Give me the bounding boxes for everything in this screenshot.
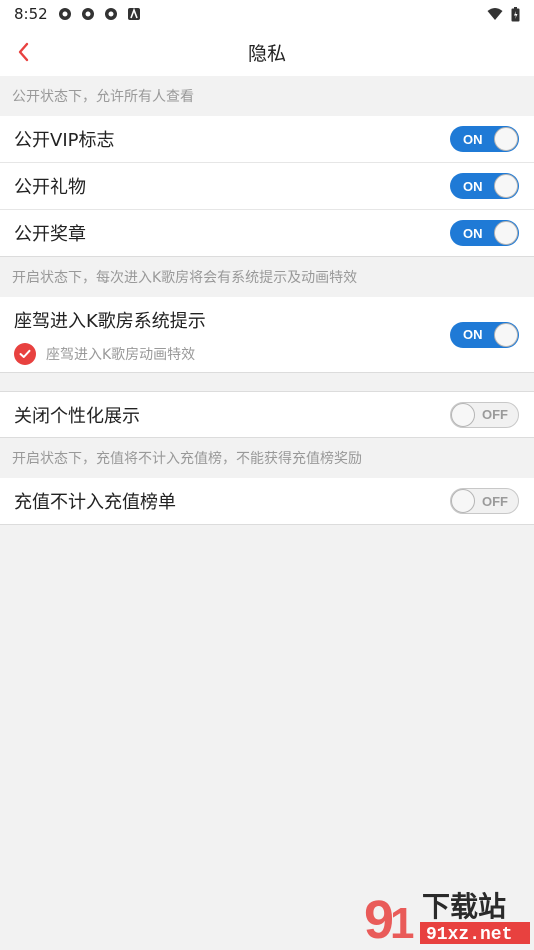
toggle-state-label: ON bbox=[463, 327, 483, 342]
setting-label: 公开VIP标志 bbox=[14, 130, 115, 151]
setting-label: 公开礼物 bbox=[14, 177, 86, 198]
entry-notice-toggle[interactable]: ON bbox=[450, 321, 519, 348]
personalization-toggle[interactable]: OFF bbox=[450, 401, 519, 428]
setting-row-recharge: 充值不计入充值榜单 OFF bbox=[0, 478, 534, 525]
watermark-text: 下载站 bbox=[422, 890, 506, 923]
setting-label: 公开奖章 bbox=[14, 224, 86, 245]
toggle-knob bbox=[494, 127, 518, 151]
setting-label: 充值不计入充值榜单 bbox=[14, 492, 176, 513]
notification-icon bbox=[104, 8, 117, 20]
setting-row-personalization: 关闭个性化展示 OFF bbox=[0, 391, 534, 438]
setting-row-public-gifts: 公开礼物 ON bbox=[0, 163, 534, 210]
toggle-knob bbox=[494, 174, 518, 198]
toggle-state-label: OFF bbox=[482, 493, 508, 509]
notification-icon bbox=[81, 8, 94, 20]
title-bar: 隐私 bbox=[0, 28, 534, 76]
page-title: 隐私 bbox=[247, 42, 286, 65]
section-note-entry: 开启状态下，每次进入K歌房将会有系统提示及动画特效 bbox=[0, 257, 534, 297]
svg-text:1: 1 bbox=[390, 899, 414, 948]
section-note-public: 公开状态下，允许所有人查看 bbox=[0, 76, 534, 116]
toggle-state-label: OFF bbox=[482, 407, 508, 422]
setting-row-entry-notice: 座驾进入K歌房系统提示 座驾进入K歌房动画特效 ON bbox=[0, 297, 534, 373]
public-gifts-toggle[interactable]: ON bbox=[450, 173, 519, 199]
setting-label: 关闭个性化展示 bbox=[14, 405, 140, 427]
wifi-icon bbox=[487, 8, 503, 20]
watermark-url: 91xz.net bbox=[426, 925, 512, 945]
recharge-toggle[interactable]: OFF bbox=[450, 488, 519, 514]
checkmark-icon[interactable] bbox=[14, 342, 36, 365]
section-gap bbox=[0, 373, 534, 391]
toggle-knob bbox=[494, 221, 518, 245]
checkbox-label: 座驾进入K歌房动画特效 bbox=[46, 346, 196, 363]
status-time: 8:52 bbox=[14, 5, 48, 23]
toggle-knob bbox=[451, 402, 475, 427]
battery-icon bbox=[511, 6, 520, 21]
toggle-knob bbox=[494, 322, 518, 347]
app-notification-icon bbox=[127, 7, 140, 20]
section-note-recharge: 开启状态下，充值将不计入充值榜，不能获得充值榜奖励 bbox=[0, 438, 534, 478]
back-arrow-icon[interactable] bbox=[12, 38, 40, 66]
status-right-icons bbox=[487, 6, 520, 22]
setting-label: 座驾进入K歌房系统提示 bbox=[14, 310, 206, 332]
public-medals-toggle[interactable]: ON bbox=[450, 220, 519, 246]
toggle-state-label: ON bbox=[463, 178, 483, 194]
setting-row-public-vip: 公开VIP标志 ON bbox=[0, 116, 534, 163]
toggle-state-label: ON bbox=[463, 131, 483, 147]
watermark-logo: 9 1 下载站 91xz.net bbox=[364, 890, 530, 948]
status-bar: 8:52 bbox=[0, 0, 534, 28]
toggle-state-label: ON bbox=[463, 225, 483, 241]
setting-row-public-medals: 公开奖章 ON bbox=[0, 210, 534, 257]
public-vip-toggle[interactable]: ON bbox=[450, 126, 519, 152]
toggle-knob bbox=[451, 489, 475, 513]
notification-icon bbox=[58, 8, 71, 20]
